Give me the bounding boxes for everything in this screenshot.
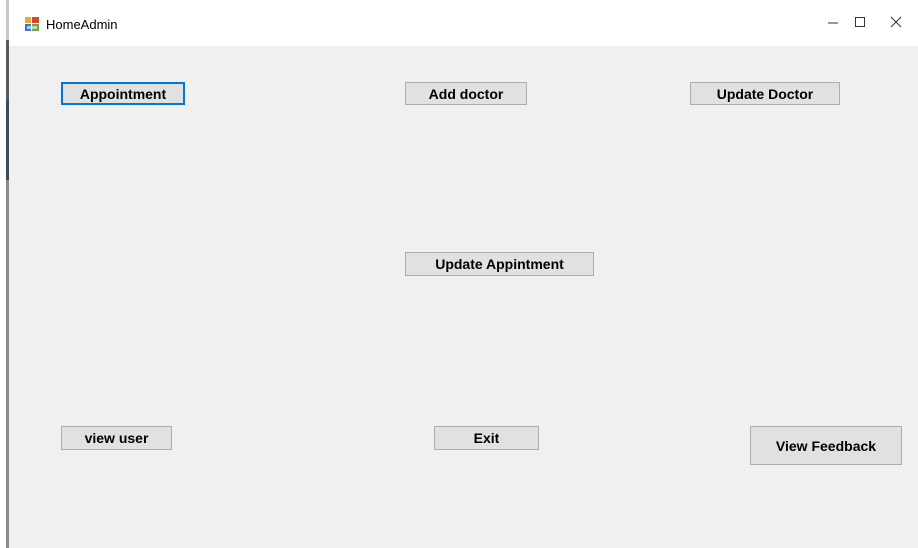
minimize-icon: [827, 15, 839, 33]
window-title: HomeAdmin: [46, 17, 118, 32]
app-form-icon: [25, 17, 39, 31]
close-button[interactable]: [884, 12, 908, 36]
close-icon: [890, 15, 902, 33]
exit-button[interactable]: Exit: [434, 426, 539, 450]
view-user-button[interactable]: view user: [61, 426, 172, 450]
minimize-button[interactable]: [821, 12, 845, 36]
background-window-edge: [0, 0, 9, 548]
appointment-button[interactable]: Appointment: [61, 82, 185, 105]
update-appointment-button[interactable]: Update Appintment: [405, 252, 594, 276]
view-feedback-button[interactable]: View Feedback: [750, 426, 902, 465]
add-doctor-button[interactable]: Add doctor: [405, 82, 527, 105]
maximize-icon: [854, 15, 866, 33]
title-bar[interactable]: HomeAdmin: [9, 0, 918, 46]
maximize-button[interactable]: [848, 12, 872, 36]
form-client-area: Appointment Add doctor Update Doctor Upd…: [9, 46, 918, 548]
update-doctor-button[interactable]: Update Doctor: [690, 82, 840, 105]
home-admin-window: HomeAdmin Appointment Add doctor Update …: [0, 0, 918, 548]
